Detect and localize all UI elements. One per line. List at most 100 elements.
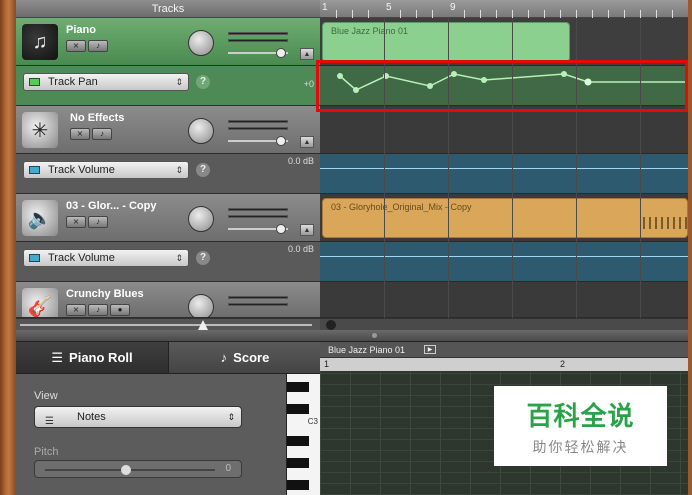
mute-button[interactable]: ⨯ bbox=[66, 216, 86, 228]
piano-roll-header: Blue Jazz Piano 01 ▶ bbox=[320, 342, 688, 358]
tab-score[interactable]: ♪ Score bbox=[169, 342, 322, 374]
volume-thumb[interactable] bbox=[276, 224, 286, 234]
level-meter bbox=[228, 215, 288, 218]
tab-label: Score bbox=[233, 350, 270, 365]
volume-slider[interactable] bbox=[228, 136, 288, 146]
automation-row-volume: Track Volume ⇕ ? 0.0 dB bbox=[16, 242, 320, 282]
automation-label: Track Volume bbox=[48, 252, 115, 264]
track-controls: ⨯ ♪ bbox=[66, 216, 108, 228]
expand-button[interactable]: ▲ bbox=[300, 224, 314, 236]
wood-edge-left bbox=[0, 0, 16, 495]
key-label: C3 bbox=[307, 417, 318, 426]
piano-keyboard[interactable]: C3 bbox=[286, 374, 320, 495]
automation-label: Track Volume bbox=[48, 164, 115, 176]
pitch-slider[interactable]: 0 bbox=[34, 460, 242, 478]
editor-inspector: View ☰ Notes ⇕ Pitch 0 bbox=[16, 374, 286, 495]
lane-piano[interactable]: Blue Jazz Piano 01 bbox=[320, 18, 688, 66]
volume-thumb[interactable] bbox=[276, 48, 286, 58]
track-name: 03 - Glor... - Copy bbox=[66, 200, 157, 212]
track-name: Crunchy Blues bbox=[66, 288, 144, 300]
volume-slider[interactable] bbox=[228, 224, 288, 234]
track-controls: ⨯ ♪ bbox=[66, 40, 108, 52]
track-header-audio[interactable]: 🔈 03 - Glor... - Copy ⨯ ♪ ▲ bbox=[16, 194, 320, 242]
level-meter bbox=[228, 296, 288, 299]
chevron-updown-icon: ⇕ bbox=[175, 77, 183, 87]
level-meter bbox=[228, 39, 288, 42]
ruler-mark-1: 1 bbox=[322, 2, 328, 13]
watermark-subtitle: 助你轻松解决 bbox=[532, 438, 629, 455]
waveform bbox=[643, 217, 687, 229]
checkbox-icon[interactable] bbox=[29, 78, 40, 86]
scroll-knob[interactable] bbox=[326, 320, 336, 330]
pan-knob[interactable] bbox=[188, 118, 214, 144]
track-header-crunchy-blues[interactable]: 🎸 Crunchy Blues ⨯ ♪ ● bbox=[16, 282, 320, 318]
track-header-piano[interactable]: ♫ Piano ⨯ ♪ ▲ bbox=[16, 18, 320, 66]
expand-button[interactable]: ▲ bbox=[300, 48, 314, 60]
volume-automation-lane[interactable] bbox=[320, 242, 688, 282]
volume-slider[interactable] bbox=[228, 48, 288, 58]
timeline-ruler[interactable]: 1 5 9 bbox=[320, 0, 688, 18]
piano-icon: ♫ bbox=[22, 24, 58, 60]
headphones-icon[interactable]: ♪ bbox=[88, 304, 108, 316]
chevron-updown-icon: ⇕ bbox=[175, 253, 183, 263]
tracks-header: Tracks bbox=[16, 0, 320, 18]
audio-region[interactable]: 03 - Gloryhole_Original_Mix - Copy bbox=[322, 198, 688, 238]
checkbox-icon[interactable] bbox=[29, 166, 40, 174]
pan-knob[interactable] bbox=[188, 294, 214, 317]
help-icon[interactable]: ? bbox=[196, 75, 210, 89]
arrange-area[interactable]: Blue Jazz Piano 01 03 - Gloryhole_Origin… bbox=[316, 18, 688, 330]
ruler-mark-5: 5 bbox=[386, 2, 392, 13]
pan-knob[interactable] bbox=[188, 30, 214, 56]
loop-icon[interactable]: ▶ bbox=[424, 345, 436, 354]
mute-button[interactable]: ⨯ bbox=[66, 40, 86, 52]
pane-divider[interactable] bbox=[16, 330, 688, 342]
track-name: No Effects bbox=[70, 112, 125, 124]
automation-line bbox=[320, 168, 688, 169]
automation-select[interactable]: Track Volume ⇕ bbox=[23, 161, 189, 179]
roll-ruler-mark: 2 bbox=[560, 359, 566, 369]
automation-select[interactable]: Track Volume ⇕ bbox=[23, 249, 189, 267]
automation-value: +0 bbox=[303, 79, 314, 89]
checkbox-icon[interactable] bbox=[29, 254, 40, 262]
chevron-updown-icon: ⇕ bbox=[227, 412, 235, 422]
pan-knob[interactable] bbox=[188, 206, 214, 232]
tab-label: Piano Roll bbox=[69, 350, 133, 365]
help-icon[interactable]: ? bbox=[196, 251, 210, 265]
watermark-title: 百科全说 bbox=[526, 400, 635, 431]
editor-tabs: ☰ Piano Roll ♪ Score bbox=[16, 342, 322, 374]
tracks-title: Tracks bbox=[151, 3, 185, 15]
headphones-icon[interactable]: ♪ bbox=[88, 216, 108, 228]
lane-audio[interactable]: 03 - Gloryhole_Original_Mix - Copy bbox=[320, 194, 688, 242]
mute-button[interactable]: ⨯ bbox=[66, 304, 86, 316]
roll-title: Blue Jazz Piano 01 bbox=[328, 345, 406, 355]
midi-region[interactable]: Blue Jazz Piano 01 bbox=[322, 22, 570, 62]
lane-no-effects[interactable] bbox=[320, 106, 688, 154]
automation-select[interactable]: Track Pan ⇕ bbox=[23, 73, 189, 91]
expand-button[interactable]: ▲ bbox=[300, 136, 314, 148]
automation-row-volume: Track Volume ⇕ ? 0.0 dB bbox=[16, 154, 320, 194]
mute-button[interactable]: ⨯ bbox=[70, 128, 90, 140]
arrange-scrollbar[interactable] bbox=[320, 318, 688, 330]
sparkle-icon: ✳ bbox=[22, 112, 58, 148]
view-select[interactable]: ☰ Notes ⇕ bbox=[34, 406, 242, 428]
headphones-icon[interactable]: ♪ bbox=[92, 128, 112, 140]
tab-piano-roll[interactable]: ☰ Piano Roll bbox=[16, 342, 169, 374]
volume-automation-lane[interactable] bbox=[320, 154, 688, 194]
guitar-icon: 🎸 bbox=[22, 288, 58, 317]
lane-crunchy-blues[interactable] bbox=[320, 282, 688, 318]
level-meter bbox=[228, 32, 288, 35]
piano-roll-ruler[interactable]: 1 2 bbox=[320, 358, 688, 372]
track-zoom-slider[interactable] bbox=[16, 318, 320, 330]
wood-edge-right bbox=[688, 0, 692, 495]
level-meter bbox=[228, 303, 288, 306]
pitch-thumb[interactable] bbox=[121, 465, 131, 475]
automation-label: Track Pan bbox=[48, 76, 98, 88]
track-header-no-effects[interactable]: ✳ No Effects ⨯ ♪ ▲ bbox=[16, 106, 320, 154]
notes-icon: ☰ bbox=[45, 416, 54, 427]
record-icon[interactable]: ● bbox=[110, 304, 130, 316]
help-icon[interactable]: ? bbox=[196, 163, 210, 177]
volume-thumb[interactable] bbox=[276, 136, 286, 146]
track-controls: ⨯ ♪ ● bbox=[66, 304, 130, 316]
headphones-icon[interactable]: ♪ bbox=[88, 40, 108, 52]
level-meter bbox=[228, 208, 288, 211]
